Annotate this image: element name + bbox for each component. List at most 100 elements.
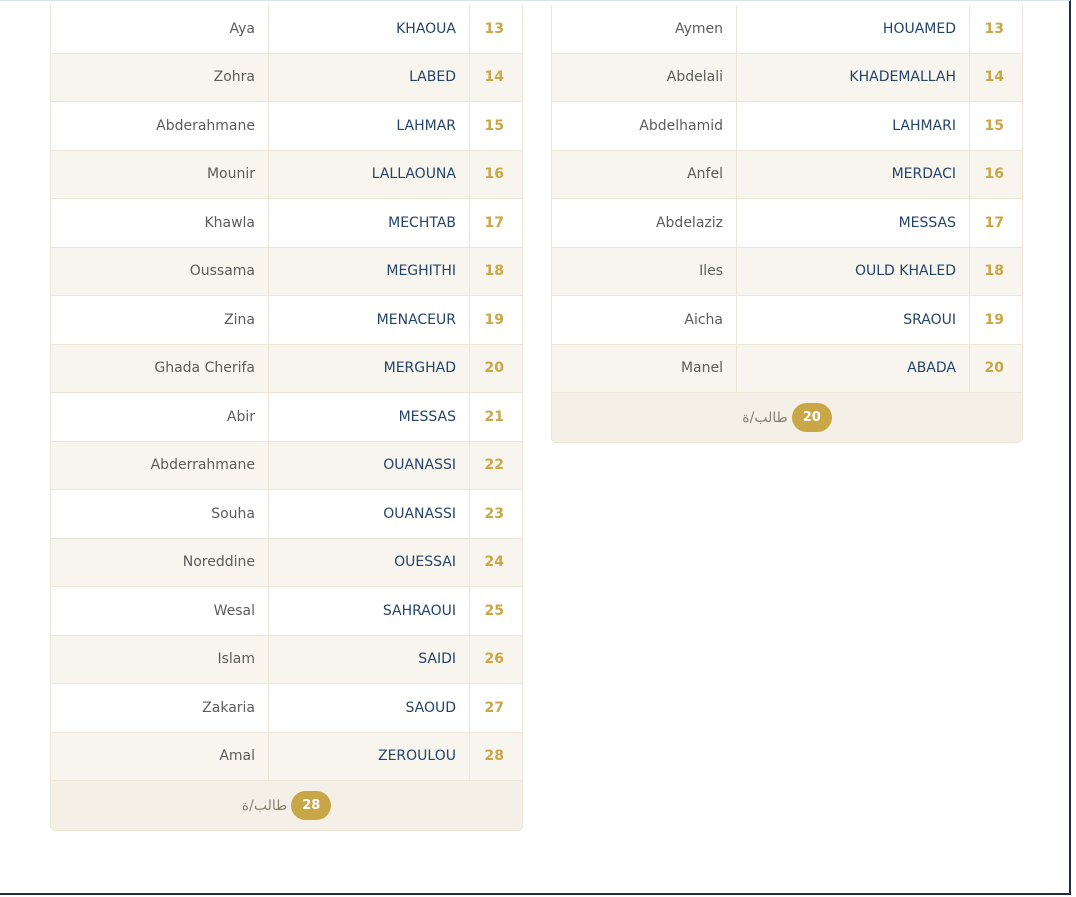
first-name-cell: Wesal bbox=[51, 587, 269, 635]
last-name-cell: MENACEUR bbox=[269, 296, 470, 344]
row-number-cell: 16 bbox=[484, 166, 504, 183]
table-footer: 20 طالب/ة bbox=[552, 393, 1022, 442]
table-row: Aymen HOUAMED 13 bbox=[552, 5, 1022, 54]
first-name-cell: Aymen bbox=[552, 5, 737, 53]
first-name-cell: Aicha bbox=[552, 296, 737, 344]
row-number-cell: 14 bbox=[984, 69, 1004, 86]
row-number-cell: 21 bbox=[484, 408, 504, 425]
table-row: Noreddine OUESSAI 24 bbox=[51, 538, 522, 587]
row-number-cell: 20 bbox=[484, 360, 504, 377]
first-name-cell: Abdelhamid bbox=[552, 102, 737, 150]
first-name-cell: Souha bbox=[51, 490, 269, 538]
row-number-cell: 27 bbox=[484, 699, 504, 716]
table-row: Aicha SRAOUI 19 bbox=[552, 296, 1022, 345]
last-name-cell: MERDACI bbox=[737, 150, 970, 198]
table-row: Ghada Cherifa MERGHAD 20 bbox=[51, 344, 522, 393]
table-row: Khawla MECHTAB 17 bbox=[51, 199, 522, 248]
table-row: Islam SAIDI 26 bbox=[51, 635, 522, 684]
table-row: Abir MESSAS 21 bbox=[51, 393, 522, 442]
row-number-cell: 13 bbox=[984, 20, 1004, 37]
last-name-cell: MEGHITHI bbox=[269, 247, 470, 295]
last-name-cell: ABADA bbox=[737, 344, 970, 392]
table-footer: 28 طالب/ة bbox=[51, 781, 522, 830]
row-number-cell: 19 bbox=[484, 311, 504, 328]
row-number-cell: 17 bbox=[984, 214, 1004, 231]
row-number-cell: 22 bbox=[484, 457, 504, 474]
last-name-cell: MESSAS bbox=[737, 199, 970, 247]
table-row: Zohra LABED 14 bbox=[51, 53, 522, 102]
first-name-cell: Anfel bbox=[552, 150, 737, 198]
row-number-cell: 20 bbox=[984, 360, 1004, 377]
student-table-right: Aymen HOUAMED 13 Abdelali KHADEMALLAH 14 Abdel… bbox=[551, 5, 1023, 443]
last-name-cell: OUANASSI bbox=[269, 441, 470, 489]
table-row: Abdelaziz MESSAS 17 bbox=[552, 199, 1022, 248]
first-name-cell: Abdelali bbox=[552, 53, 737, 101]
table-row: Mounir LALLAOUNA 16 bbox=[51, 150, 522, 199]
last-name-cell: HOUAMED bbox=[737, 5, 970, 53]
student-count-badge: 28 bbox=[291, 791, 332, 820]
student-table-left: Aya KHAOUA 13 Zohra LABED 14 Abderahmane LAHMAR… bbox=[50, 5, 523, 831]
table-row: Abderrahmane OUANASSI 22 bbox=[51, 441, 522, 490]
first-name-cell: Abderrahmane bbox=[51, 441, 269, 489]
table-row: Souha OUANASSI 23 bbox=[51, 490, 522, 539]
row-number-cell: 16 bbox=[984, 166, 1004, 183]
table-row: Abdelali KHADEMALLAH 14 bbox=[552, 53, 1022, 102]
last-name-cell: SAHRAOUI bbox=[269, 587, 470, 635]
first-name-cell: Khawla bbox=[51, 199, 269, 247]
table-row: Anfel MERDACI 16 bbox=[552, 150, 1022, 199]
student-count-badge: 20 bbox=[791, 403, 832, 432]
first-name-cell: Aya bbox=[51, 5, 269, 53]
student-count-label: طالب/ة bbox=[241, 797, 288, 814]
student-count-label: طالب/ة bbox=[742, 409, 788, 426]
last-name-cell: ZEROULOU bbox=[269, 732, 470, 780]
last-name-cell: SRAOUI bbox=[737, 296, 970, 344]
first-name-cell: Abdelaziz bbox=[552, 199, 737, 247]
last-name-cell: LAHMARI bbox=[737, 102, 970, 150]
row-number-cell: 23 bbox=[484, 505, 504, 522]
first-name-cell: Islam bbox=[51, 635, 269, 683]
first-name-cell: Zakaria bbox=[51, 684, 269, 732]
last-name-cell: MECHTAB bbox=[269, 199, 470, 247]
row-number-cell: 24 bbox=[484, 554, 504, 571]
first-name-cell: Zohra bbox=[51, 53, 269, 101]
row-number-cell: 18 bbox=[984, 263, 1004, 280]
first-name-cell: Abir bbox=[51, 393, 269, 441]
first-name-cell: Noreddine bbox=[51, 538, 269, 586]
row-number-cell: 17 bbox=[484, 214, 504, 231]
last-name-cell: SAOUD bbox=[269, 684, 470, 732]
row-number-cell: 28 bbox=[484, 748, 504, 765]
table-row: Oussama MEGHITHI 18 bbox=[51, 247, 522, 296]
first-name-cell: Mounir bbox=[51, 150, 269, 198]
last-name-cell: KHADEMALLAH bbox=[737, 53, 970, 101]
last-name-cell: LAHMAR bbox=[269, 102, 470, 150]
last-name-cell: KHAOUA bbox=[269, 5, 470, 53]
last-name-cell: MERGHAD bbox=[269, 344, 470, 392]
row-number-cell: 19 bbox=[984, 311, 1004, 328]
row-number-cell: 14 bbox=[484, 69, 504, 86]
table-row: Abderahmane LAHMAR 15 bbox=[51, 102, 522, 151]
first-name-cell: Zina bbox=[51, 296, 269, 344]
last-name-cell: SAIDI bbox=[269, 635, 470, 683]
last-name-cell: MESSAS bbox=[269, 393, 470, 441]
first-name-cell: Manel bbox=[552, 344, 737, 392]
row-number-cell: 18 bbox=[484, 263, 504, 280]
last-name-cell: OUANASSI bbox=[269, 490, 470, 538]
row-number-cell: 26 bbox=[484, 651, 504, 668]
table-row: Manel ABADA 20 bbox=[552, 344, 1022, 393]
first-name-cell: Iles bbox=[552, 247, 737, 295]
last-name-cell: OULD KHALED bbox=[737, 247, 970, 295]
row-number-cell: 25 bbox=[484, 602, 504, 619]
row-number-cell: 13 bbox=[484, 20, 504, 37]
row-number-cell: 15 bbox=[984, 117, 1004, 134]
first-name-cell: Ghada Cherifa bbox=[51, 344, 269, 392]
last-name-cell: OUESSAI bbox=[269, 538, 470, 586]
table-row: Wesal SAHRAOUI 25 bbox=[51, 587, 522, 636]
table-row: Aya KHAOUA 13 bbox=[51, 5, 522, 54]
last-name-cell: LALLAOUNA bbox=[269, 150, 470, 198]
first-name-cell: Amal bbox=[51, 732, 269, 780]
row-number-cell: 15 bbox=[484, 117, 504, 134]
table-row: Zina MENACEUR 19 bbox=[51, 296, 522, 345]
first-name-cell: Abderahmane bbox=[51, 102, 269, 150]
table-row: Abdelhamid LAHMARI 15 bbox=[552, 102, 1022, 151]
table-row: Iles OULD KHALED 18 bbox=[552, 247, 1022, 296]
